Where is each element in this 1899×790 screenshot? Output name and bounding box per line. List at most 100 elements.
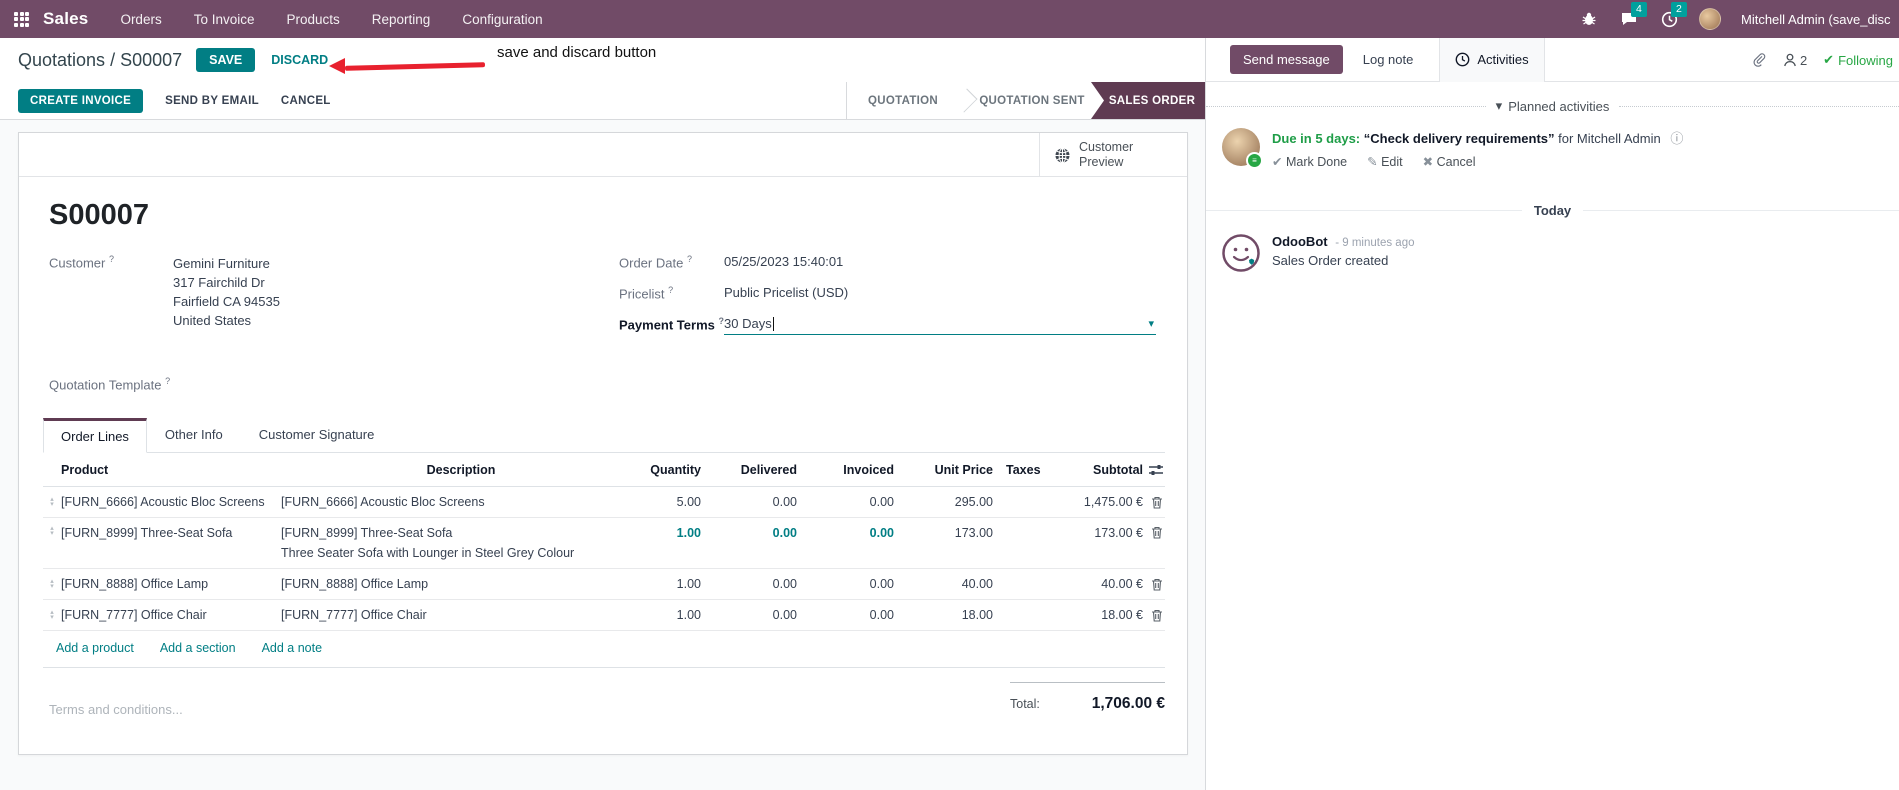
planned-activities-header: ▾ Planned activities — [1206, 98, 1899, 114]
dropdown-caret-icon[interactable]: ▾ — [1148, 317, 1154, 330]
cell-unit-price[interactable]: 173.00 — [894, 526, 993, 540]
create-invoice-button[interactable]: CREATE INVOICE — [18, 88, 144, 113]
order-date-value[interactable]: 05/25/2023 15:40:01 — [724, 254, 843, 270]
col-unit-price[interactable]: Unit Price — [894, 463, 993, 477]
cancel-button[interactable]: CANCEL — [281, 95, 331, 107]
cell-invoiced[interactable]: 0.00 — [797, 526, 894, 540]
stage-sales-order-active[interactable]: SALES ORDER — [1091, 82, 1205, 119]
stage-quotation[interactable]: QUOTATION — [847, 82, 959, 119]
delete-row-icon[interactable] — [1143, 526, 1165, 539]
delete-row-icon[interactable] — [1143, 609, 1165, 622]
cell-description-line2[interactable]: Three Seater Sofa with Lounger in Steel … — [281, 546, 641, 560]
add-product-link[interactable]: Add a product — [56, 641, 134, 655]
message-author[interactable]: OdooBot — [1272, 234, 1328, 249]
save-button[interactable]: SAVE — [196, 48, 256, 72]
table-row[interactable]: ▴ ▾ [FURN_7777] Office Chair [FURN_7777] … — [43, 600, 1165, 631]
tab-other-info[interactable]: Other Info — [147, 418, 241, 452]
cell-delivered[interactable]: 0.00 — [701, 577, 797, 591]
add-note-link[interactable]: Add a note — [262, 641, 322, 655]
col-product[interactable]: Product — [61, 463, 281, 477]
col-description[interactable]: Description — [281, 463, 641, 477]
cell-invoiced[interactable]: 0.00 — [797, 577, 894, 591]
activity-due: Due in 5 days: — [1272, 131, 1361, 146]
cancel-activity-button[interactable]: ✖ Cancel — [1423, 154, 1476, 169]
table-row[interactable]: ▴ ▾ [FURN_8888] Office Lamp [FURN_8888] O… — [43, 569, 1165, 600]
drag-handle-icon[interactable]: ▴ ▾ — [43, 578, 61, 590]
drag-handle-icon[interactable]: ▴ ▾ — [43, 496, 61, 508]
add-section-link[interactable]: Add a section — [160, 641, 236, 655]
col-delivered[interactable]: Delivered — [701, 463, 797, 477]
table-row[interactable]: ▴ ▾ [FURN_8999] Three-Seat Sofa [FURN_899… — [43, 518, 1165, 569]
cell-quantity[interactable]: 1.00 — [641, 608, 701, 622]
stage-quotation-sent[interactable]: QUOTATION SENT — [973, 82, 1091, 119]
menu-to-invoice[interactable]: To Invoice — [194, 12, 255, 27]
cell-unit-price[interactable]: 18.00 — [894, 608, 993, 622]
delete-row-icon[interactable] — [1143, 496, 1165, 509]
customer-preview-button[interactable]: Customer Preview — [1039, 133, 1187, 177]
cell-product[interactable]: [FURN_6666] Acoustic Bloc Screens — [61, 495, 281, 509]
cell-description[interactable]: [FURN_7777] Office Chair — [281, 608, 641, 622]
activities-button[interactable]: Activities — [1439, 37, 1545, 82]
tab-customer-signature[interactable]: Customer Signature — [241, 418, 393, 452]
cell-quantity[interactable]: 5.00 — [641, 495, 701, 509]
cell-unit-price[interactable]: 40.00 — [894, 577, 993, 591]
payment-terms-input[interactable]: 30 Days ▾ — [724, 316, 1156, 335]
drag-handle-icon[interactable]: ▴ ▾ — [43, 525, 61, 537]
col-quantity[interactable]: Quantity — [641, 463, 701, 477]
cell-delivered[interactable]: 0.00 — [701, 526, 797, 540]
address-line: United States — [173, 313, 252, 328]
mark-done-button[interactable]: ✔ Mark Done — [1272, 154, 1347, 169]
messages-icon[interactable]: 4 — [1619, 2, 1647, 29]
menu-products[interactable]: Products — [287, 12, 340, 27]
user-avatar[interactable] — [1699, 8, 1721, 30]
cell-quantity[interactable]: 1.00 — [641, 526, 701, 540]
cell-description[interactable]: [FURN_6666] Acoustic Bloc Screens — [281, 495, 641, 509]
pricelist-value[interactable]: Public Pricelist (USD) — [724, 285, 848, 301]
activities-clock-icon[interactable]: 2 — [1659, 2, 1687, 29]
app-title[interactable]: Sales — [43, 9, 88, 29]
cell-product[interactable]: [FURN_7777] Office Chair — [61, 608, 281, 622]
table-row[interactable]: ▴ ▾ [FURN_6666] Acoustic Bloc Screens [FU… — [43, 487, 1165, 518]
debug-bug-icon[interactable] — [1579, 9, 1599, 29]
col-taxes[interactable]: Taxes — [993, 463, 1073, 477]
cell-description[interactable]: [FURN_8888] Office Lamp — [281, 577, 641, 591]
log-note-button[interactable]: Log note — [1363, 52, 1414, 67]
cell-invoiced[interactable]: 0.00 — [797, 608, 894, 622]
attachment-paperclip-icon[interactable] — [1752, 52, 1767, 68]
followers-button[interactable]: 2 — [1783, 53, 1807, 68]
table-footer-links: Add a product Add a section Add a note — [43, 631, 1165, 668]
cell-description[interactable]: [FURN_8999] Three-Seat Sofa Three Seater… — [281, 526, 641, 560]
breadcrumb-quotations-link[interactable]: Quotations — [18, 50, 105, 70]
send-by-email-button[interactable]: SEND BY EMAIL — [165, 95, 259, 107]
cell-product[interactable]: [FURN_8999] Three-Seat Sofa — [61, 526, 281, 540]
drag-handle-icon[interactable]: ▴ ▾ — [43, 609, 61, 621]
menu-reporting[interactable]: Reporting — [372, 12, 431, 27]
help-icon: ? — [686, 254, 692, 264]
status-row: CREATE INVOICE SEND BY EMAIL CANCEL QUOT… — [0, 82, 1205, 120]
tab-order-lines[interactable]: Order Lines — [43, 418, 147, 453]
customer-address-block: Gemini Furniture 317 Fairchild Dr Fairfi… — [173, 254, 280, 330]
menu-configuration[interactable]: Configuration — [462, 12, 542, 27]
optional-columns-icon[interactable] — [1143, 464, 1165, 476]
cell-quantity[interactable]: 1.00 — [641, 577, 701, 591]
info-icon[interactable]: ⓘ — [1670, 131, 1683, 146]
col-subtotal[interactable]: Subtotal — [1073, 463, 1143, 477]
col-invoiced[interactable]: Invoiced — [797, 463, 894, 477]
user-name[interactable]: Mitchell Admin (save_discar — [1741, 12, 1891, 27]
discard-button[interactable]: DISCARD — [271, 53, 328, 67]
cell-delivered[interactable]: 0.00 — [701, 608, 797, 622]
apps-grid-icon[interactable] — [14, 11, 29, 27]
planned-activities-toggle[interactable]: ▾ Planned activities — [1496, 98, 1610, 114]
delete-row-icon[interactable] — [1143, 578, 1165, 591]
pencil-icon: ✎ — [1367, 155, 1378, 169]
cell-product[interactable]: [FURN_8888] Office Lamp — [61, 577, 281, 591]
cell-delivered[interactable]: 0.00 — [701, 495, 797, 509]
edit-activity-button[interactable]: ✎ Edit — [1367, 154, 1403, 169]
menu-orders[interactable]: Orders — [120, 12, 161, 27]
following-button[interactable]: ✔ Following — [1823, 52, 1893, 68]
customer-link[interactable]: Gemini Furniture — [173, 254, 280, 273]
terms-placeholder[interactable]: Terms and conditions... — [49, 702, 183, 717]
cell-invoiced[interactable]: 0.00 — [797, 495, 894, 509]
send-message-button[interactable]: Send message — [1230, 45, 1343, 74]
cell-unit-price[interactable]: 295.00 — [894, 495, 993, 509]
